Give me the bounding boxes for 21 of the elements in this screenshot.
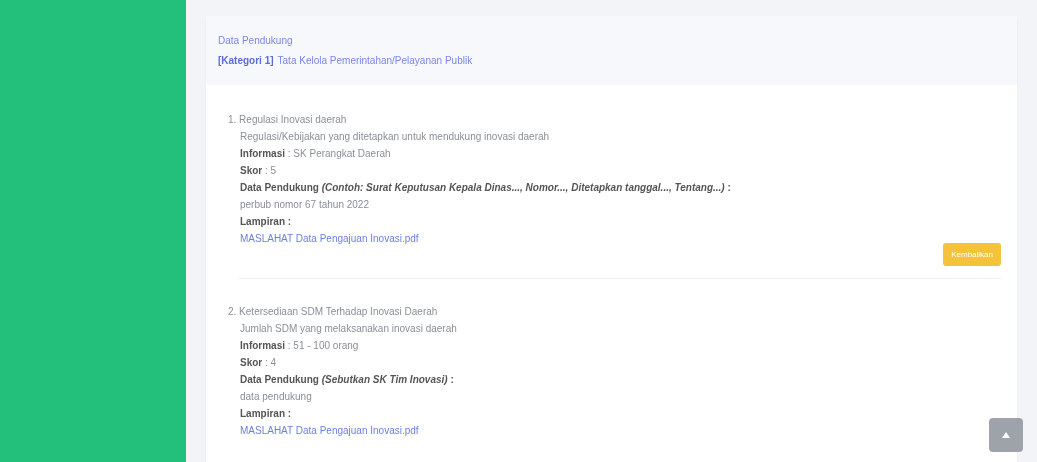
support-label: Data Pendukung (Contoh: Surat Keputusan Kepala Dinas..., Nomor..., Ditetapkan tanggal..., Tentang...) : xyxy=(240,181,732,195)
info-line: Informasi : 51 - 100 orang xyxy=(240,339,360,353)
support-value: data pendukung xyxy=(240,390,313,404)
category-name: Tata Kelola Pemerintahan/Pelayanan Publik xyxy=(277,55,473,66)
score-line: Skor : 5 xyxy=(240,164,278,178)
card-title: Data Pendukung xyxy=(218,34,294,48)
category-label: [Kategori 1] xyxy=(218,55,274,66)
item-title: 2. Ketersediaan SDM Terhadap Inovasi Daerah xyxy=(228,305,439,319)
info-line: Informasi : SK Perangkat Daerah xyxy=(240,147,392,161)
caret-up-icon xyxy=(1002,432,1010,438)
attachment-label: Lampiran : xyxy=(240,407,293,421)
scroll-top-button[interactable] xyxy=(989,418,1023,452)
support-value: perbub nomor 67 tahun 2022 xyxy=(240,198,370,212)
attachment-link[interactable]: MASLAHAT Data Pengajuan Inovasi.pdf xyxy=(240,233,419,244)
item-title: 1. Regulasi Inovasi daerah xyxy=(228,113,348,127)
attachment-link[interactable]: MASLAHAT Data Pengajuan Inovasi.pdf xyxy=(240,425,419,436)
item-description: Jumlah SDM yang melaksanakan inovasi daerah xyxy=(240,322,458,336)
support-label: Data Pendukung (Sebutkan SK Tim Inovasi) : xyxy=(240,373,455,387)
score-line: Skor : 4 xyxy=(240,356,278,370)
item-description: Regulasi/Kebijakan yang ditetapkan untuk mendukung inovasi daerah xyxy=(240,130,551,144)
attachment-label: Lampiran : xyxy=(240,215,293,229)
